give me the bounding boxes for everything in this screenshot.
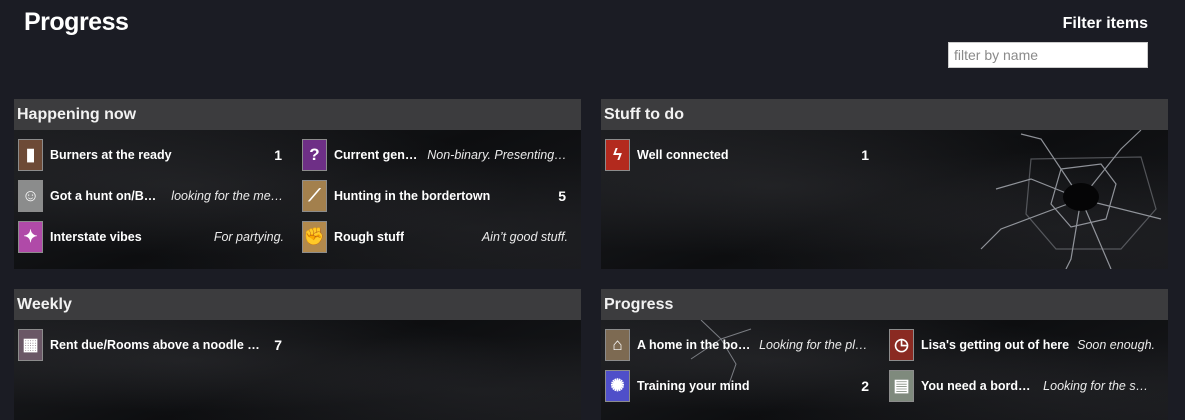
item-name: Training your mind: [637, 379, 750, 393]
item-description: looking for the mec…: [171, 189, 284, 203]
item-count: 7: [274, 337, 283, 353]
item-description: Looking for the sou…: [1043, 379, 1155, 393]
item-name: Got a hunt on/Bor…: [50, 189, 164, 203]
list-item[interactable]: ⌂ A home in the bor… Looking for the place: [601, 327, 871, 363]
lightning-icon: ϟ: [605, 139, 630, 171]
party-icon: ✦: [18, 221, 43, 253]
item-name: Hunting in the bordertown: [334, 189, 491, 203]
list-item[interactable]: ϟ Well connected 1: [601, 137, 871, 173]
item-count: 2: [861, 378, 869, 394]
filter-input[interactable]: [948, 42, 1148, 68]
knife-icon: ⟋: [302, 180, 327, 212]
list-item[interactable]: ▤ You need a border… Looking for the sou…: [885, 368, 1155, 404]
item-name: Lisa's getting out of here: [921, 338, 1070, 352]
list-item[interactable]: ▦ Rent due/Rooms above a noodle bar 7: [14, 327, 284, 363]
brain-icon: ✺: [605, 370, 630, 402]
list-item[interactable]: ✊ Rough stuff Ain’t good stuff.: [298, 219, 568, 255]
hand-icon: ✊: [302, 221, 327, 253]
portrait-icon: ☺: [18, 180, 43, 212]
item-description: Ain’t good stuff.: [481, 230, 568, 244]
item-count: 1: [274, 147, 282, 163]
list-item[interactable]: ◷ Lisa's getting out of here Soon enough.: [885, 327, 1155, 363]
panel-header: Stuff to do: [601, 99, 1168, 130]
list-item[interactable]: ⟋ Hunting in the bordertown 5: [298, 178, 568, 214]
phone-icon: ▮: [18, 139, 43, 171]
item-name: Well connected: [637, 148, 729, 162]
panel-header: Weekly: [14, 289, 581, 320]
page-title: Progress: [24, 8, 129, 36]
item-name: Rent due/Rooms above a noodle bar: [50, 338, 267, 352]
clock-icon: ◷: [889, 329, 914, 361]
question-icon: ?: [302, 139, 327, 171]
panel-stuff-to-do: Stuff to do ϟ Well connected 1: [601, 99, 1168, 269]
item-name: Rough stuff: [334, 230, 405, 244]
list-item[interactable]: ☺ Got a hunt on/Bor… looking for the mec…: [14, 178, 284, 214]
item-count: 1: [861, 147, 869, 163]
house-icon: ⌂: [605, 329, 630, 361]
item-description: Looking for the place: [759, 338, 871, 352]
item-description: Soon enough.: [1077, 338, 1155, 352]
panel-header: Progress: [601, 289, 1168, 320]
panel-header: Happening now: [14, 99, 581, 130]
item-name: Current gender: [334, 148, 420, 162]
list-item[interactable]: ✺ Training your mind 2: [601, 368, 871, 404]
list-item[interactable]: ? Current gender Non-binary. Presenting s…: [298, 137, 568, 173]
item-description: For partying.: [213, 230, 284, 244]
filter-label: Filter items: [1062, 15, 1148, 32]
panel-progress: Progress ⌂ A home in the bor… Looking for …: [601, 289, 1168, 420]
item-description: Non-binary. Presenting s…: [427, 148, 568, 162]
item-name: You need a border…: [921, 379, 1036, 393]
list-item[interactable]: ✦ Interstate vibes For partying.: [14, 219, 284, 255]
id-card-icon: ▤: [889, 370, 914, 402]
building-icon: ▦: [18, 329, 43, 361]
item-name: A home in the bor…: [637, 338, 752, 352]
panel-weekly: Weekly ▦ Rent due/Rooms above a noodle ba…: [14, 289, 581, 420]
panel-happening-now: Happening now ▮ Burners at the ready 1? Cur…: [14, 99, 581, 269]
item-count: 5: [558, 188, 566, 204]
item-name: Interstate vibes: [50, 230, 142, 244]
list-item[interactable]: ▮ Burners at the ready 1: [14, 137, 284, 173]
item-name: Burners at the ready: [50, 148, 172, 162]
